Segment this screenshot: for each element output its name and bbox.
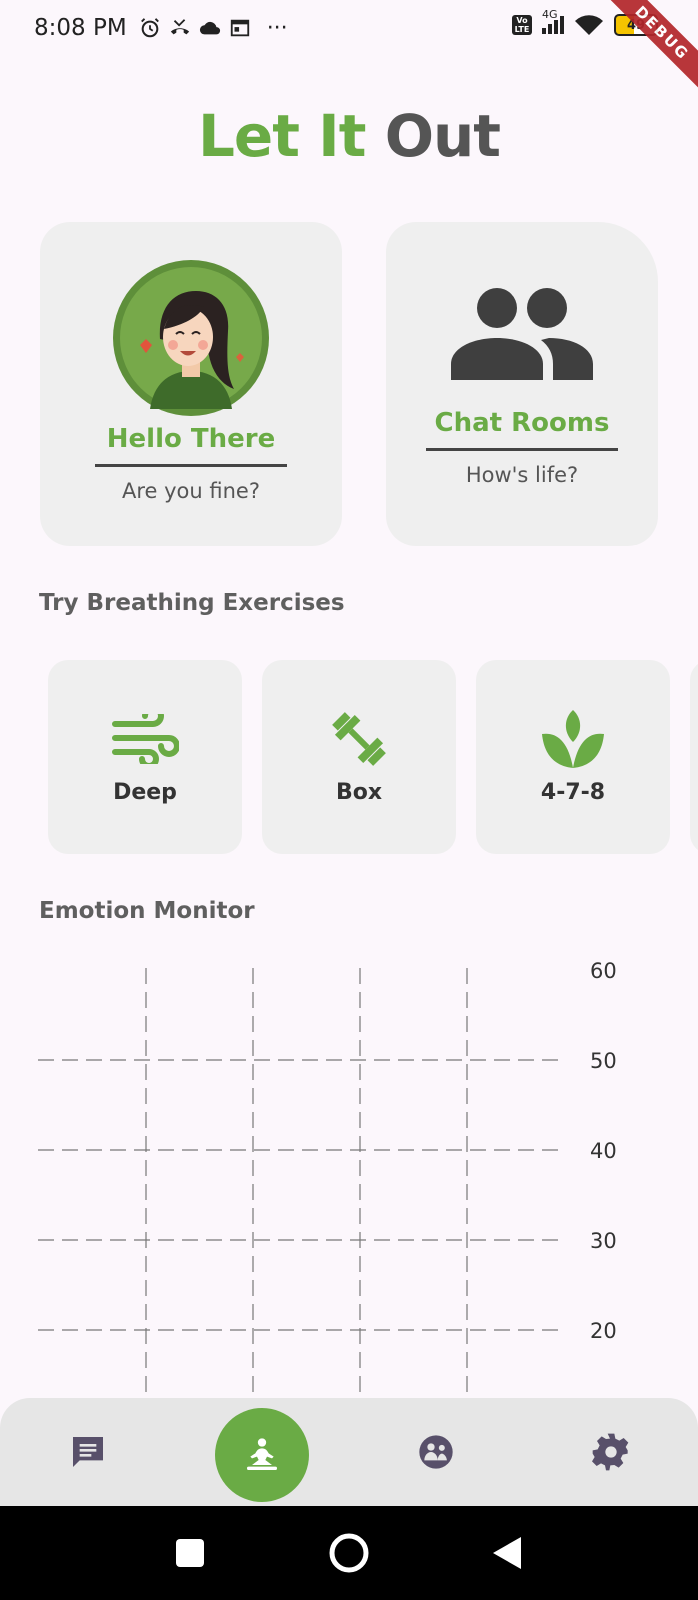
avatar-icon bbox=[113, 260, 269, 416]
breathing-label: Deep bbox=[113, 780, 177, 805]
community-icon bbox=[419, 1435, 453, 1469]
hello-card-title: Hello There bbox=[106, 424, 276, 454]
chart-y-tick-label: 30 bbox=[590, 1229, 617, 1253]
chat-rooms-card[interactable]: Chat Rooms How's life? bbox=[386, 222, 658, 546]
back-triangle-icon bbox=[493, 1537, 521, 1569]
lotus-icon bbox=[540, 706, 606, 772]
app-title: Let It Out bbox=[0, 102, 698, 170]
status-bar: 8:08 PM ··· Vo LTE 4G 49 bbox=[0, 0, 698, 56]
breathing-card-box[interactable]: Box bbox=[262, 660, 456, 854]
network-type-label: 4G bbox=[542, 8, 558, 21]
chat-rooms-card-title: Chat Rooms bbox=[434, 408, 610, 438]
nav-community[interactable] bbox=[381, 1398, 491, 1506]
chat-rooms-card-subtitle: How's life? bbox=[465, 463, 579, 487]
dumbbell-icon bbox=[326, 706, 392, 772]
volte-badge: Vo LTE bbox=[512, 15, 532, 35]
hello-card[interactable]: Hello There Are you fine? bbox=[40, 222, 342, 546]
back-button[interactable] bbox=[462, 1506, 552, 1600]
alarm-icon bbox=[140, 18, 159, 38]
wifi-icon bbox=[575, 15, 603, 36]
news-icon bbox=[230, 19, 249, 37]
breathing-card-partial[interactable] bbox=[690, 660, 698, 854]
cloud-icon bbox=[199, 21, 220, 35]
chart-y-tick-label: 50 bbox=[590, 1049, 617, 1073]
home-button[interactable] bbox=[304, 1506, 394, 1600]
divider bbox=[95, 464, 287, 467]
breathing-label: 4-7-8 bbox=[540, 780, 606, 805]
chart-y-tick-label: 60 bbox=[590, 959, 617, 983]
settings-icon bbox=[592, 1433, 629, 1471]
meditation-icon bbox=[247, 1438, 277, 1470]
breathing-card-deep[interactable]: Deep bbox=[48, 660, 242, 854]
breathing-list[interactable]: Deep Box 4-7-8 bbox=[48, 660, 698, 854]
wind-icon bbox=[111, 706, 179, 772]
app-title-part2: Out bbox=[384, 102, 501, 170]
nav-meditation[interactable] bbox=[215, 1408, 309, 1502]
status-time: 8:08 PM bbox=[34, 15, 127, 41]
nav-settings[interactable] bbox=[556, 1398, 666, 1506]
chat-icon bbox=[73, 1437, 103, 1467]
breathing-section-title: Try Breathing Exercises bbox=[39, 590, 345, 616]
breathing-label: Box bbox=[335, 780, 383, 805]
app-title-part1: Let It bbox=[197, 102, 367, 170]
emotion-monitor-title: Emotion Monitor bbox=[39, 898, 255, 924]
signal-icon: 4G bbox=[542, 8, 564, 34]
nav-chat[interactable] bbox=[33, 1398, 143, 1506]
emotion-chart: 60 50 40 30 20 bbox=[38, 959, 617, 1402]
chart-y-tick-label: 40 bbox=[590, 1139, 617, 1163]
breathing-card-478[interactable]: 4-7-8 bbox=[476, 660, 670, 854]
hello-card-subtitle: Are you fine? bbox=[122, 479, 260, 503]
system-nav-bar bbox=[0, 1506, 698, 1600]
circle-icon bbox=[329, 1533, 369, 1573]
square-icon bbox=[176, 1539, 204, 1567]
recents-button[interactable] bbox=[145, 1506, 235, 1600]
chart-y-tick-label: 20 bbox=[590, 1319, 617, 1343]
missed-call-icon bbox=[170, 19, 189, 35]
more-notifications-icon: ··· bbox=[266, 15, 288, 41]
group-icon bbox=[451, 288, 593, 380]
divider bbox=[426, 448, 618, 451]
bottom-nav bbox=[0, 1398, 698, 1506]
